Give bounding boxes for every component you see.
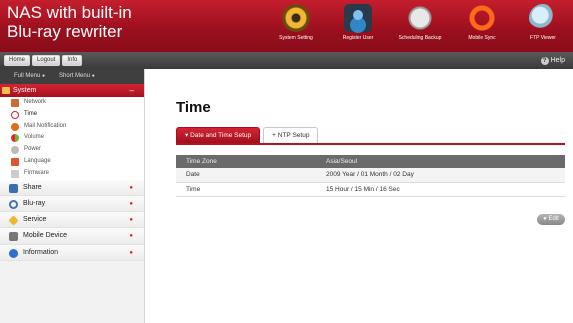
section-label: Blu-ray [23, 199, 46, 207]
help-icon: ? [540, 56, 549, 65]
info-button[interactable]: Info [62, 55, 83, 66]
sidebar-section-share[interactable]: Share ● [0, 179, 144, 196]
nav-label: Register User [342, 35, 374, 41]
table-row: Date 2009 Year / 01 Month / 02 Day [176, 168, 565, 183]
sidebar: Full Menu ● Short Menu ● System – Networ… [0, 69, 145, 323]
page-title: Time [176, 99, 211, 116]
main-content: Time ▾ Date and Time Setup + NTP Setup T… [146, 69, 573, 323]
sidebar-item-label: Language [24, 157, 51, 164]
schedule-icon [406, 4, 434, 32]
sidebar-section-bluray[interactable]: Blu-ray ● [0, 195, 144, 213]
sidebar-item-label: Power [24, 146, 42, 153]
sidebar-section-information[interactable]: Information ● [0, 244, 144, 262]
network-icon [11, 99, 19, 107]
info-icon [9, 248, 18, 258]
tab-date-time-setup[interactable]: ▾ Date and Time Setup [176, 127, 261, 143]
top-navigation: System Setting Register User Scheduling … [265, 0, 573, 52]
section-label: Share [23, 183, 42, 191]
share-icon [9, 183, 18, 193]
collapse-icon[interactable]: – [130, 84, 134, 97]
sidebar-item-mail-notification[interactable]: Mail Notification [0, 120, 144, 133]
help-button[interactable]: ? Help [540, 55, 565, 66]
table-cell: 2009 Year / 01 Month / 02 Day [316, 168, 565, 183]
gear-icon [282, 4, 310, 32]
expand-icon: ● [129, 249, 133, 256]
nav-label: Scheduling Backup [398, 35, 442, 41]
tab-full-menu[interactable]: Full Menu ● [14, 69, 45, 84]
sidebar-item-label: Network [24, 99, 47, 105]
tab-ntp-setup[interactable]: + NTP Setup [263, 127, 319, 143]
brand-logo: NAS with built-in Blu-ray rewriter [7, 3, 132, 41]
nav-system-setting[interactable]: System Setting [265, 0, 327, 52]
table-cell: 15 Hour / 15 Min / 16 Sec [316, 182, 565, 197]
table-row: Time 15 Hour / 15 Min / 16 Sec [176, 182, 565, 197]
language-icon [11, 157, 19, 166]
sidebar-item-language[interactable]: Language [0, 155, 144, 168]
sidebar-item-label: Firmware [24, 169, 49, 176]
user-icon [344, 4, 372, 32]
sidebar-item-label: Volume [24, 134, 45, 141]
ftp-icon [529, 4, 557, 32]
sync-icon [468, 4, 496, 32]
nav-label: System Setting [279, 35, 313, 41]
folder-icon [2, 87, 10, 94]
nav-register-user[interactable]: Register User [327, 0, 389, 52]
sidebar-item-volume[interactable]: Volume [0, 132, 144, 145]
expand-icon: ● [129, 184, 133, 191]
sidebar-section-service[interactable]: Service ● [0, 212, 144, 229]
tab-short-menu[interactable]: Short Menu ● [59, 69, 95, 84]
sidebar-section-system[interactable]: System – [0, 84, 144, 97]
nav-scheduling-backup[interactable]: Scheduling Backup [389, 0, 451, 52]
brand-line-1: NAS with built-in [7, 3, 132, 22]
menu-mode-tabs: Full Menu ● Short Menu ● [0, 69, 144, 84]
toolbar: Home Logout Info ? Help [0, 52, 573, 69]
sidebar-item-network[interactable]: Network [0, 97, 144, 109]
sidebar-item-label: Mail Notification [24, 122, 67, 129]
star-icon [8, 215, 19, 226]
expand-icon: ● [129, 217, 133, 224]
section-label: System [13, 87, 37, 94]
section-label: Mobile Device [23, 232, 67, 240]
content-tabs: ▾ Date and Time Setup + NTP Setup [176, 127, 321, 143]
table-header-cell: Asia/Seoul [316, 155, 565, 168]
brand-line-2: Blu-ray rewriter [7, 22, 123, 41]
power-icon [11, 146, 19, 155]
expand-icon: ● [129, 200, 133, 207]
table-cell: Date [176, 168, 316, 183]
section-label: Service [23, 216, 47, 224]
expand-icon: ● [129, 233, 133, 240]
table-header-cell: Time Zone [176, 155, 316, 168]
sidebar-item-label: Time [24, 110, 38, 117]
home-button[interactable]: Home [4, 55, 31, 66]
mobile-device-icon [9, 232, 18, 242]
nav-mobile-sync[interactable]: Mobile Sync [451, 0, 513, 52]
edit-button[interactable]: ● Edit [537, 214, 565, 225]
sidebar-item-time[interactable]: Time [0, 108, 144, 121]
nav-ftp-viewer[interactable]: FTP Viewer [513, 0, 573, 52]
sidebar-item-power[interactable]: Power [0, 144, 144, 156]
volume-icon [11, 134, 19, 143]
section-label: Information [23, 248, 59, 256]
table-header-row: Time Zone Asia/Seoul [176, 155, 565, 168]
sidebar-section-mobile-device[interactable]: Mobile Device ● [0, 228, 144, 245]
tab-underline [176, 143, 565, 145]
mail-icon [11, 122, 19, 131]
table-cell: Time [176, 182, 316, 197]
nav-label: Mobile Sync [468, 35, 496, 41]
logout-button[interactable]: Logout [32, 55, 61, 66]
sidebar-item-firmware[interactable]: Firmware [0, 167, 144, 180]
nav-label: FTP Viewer [530, 35, 556, 41]
app-header: NAS with built-in Blu-ray rewriter Syste… [0, 0, 573, 52]
help-label: Help [550, 57, 565, 64]
firmware-icon [11, 169, 19, 178]
time-info-table: Time Zone Asia/Seoul Date 2009 Year / 01… [176, 155, 565, 197]
disc-icon [9, 199, 18, 209]
clock-icon [11, 110, 19, 119]
